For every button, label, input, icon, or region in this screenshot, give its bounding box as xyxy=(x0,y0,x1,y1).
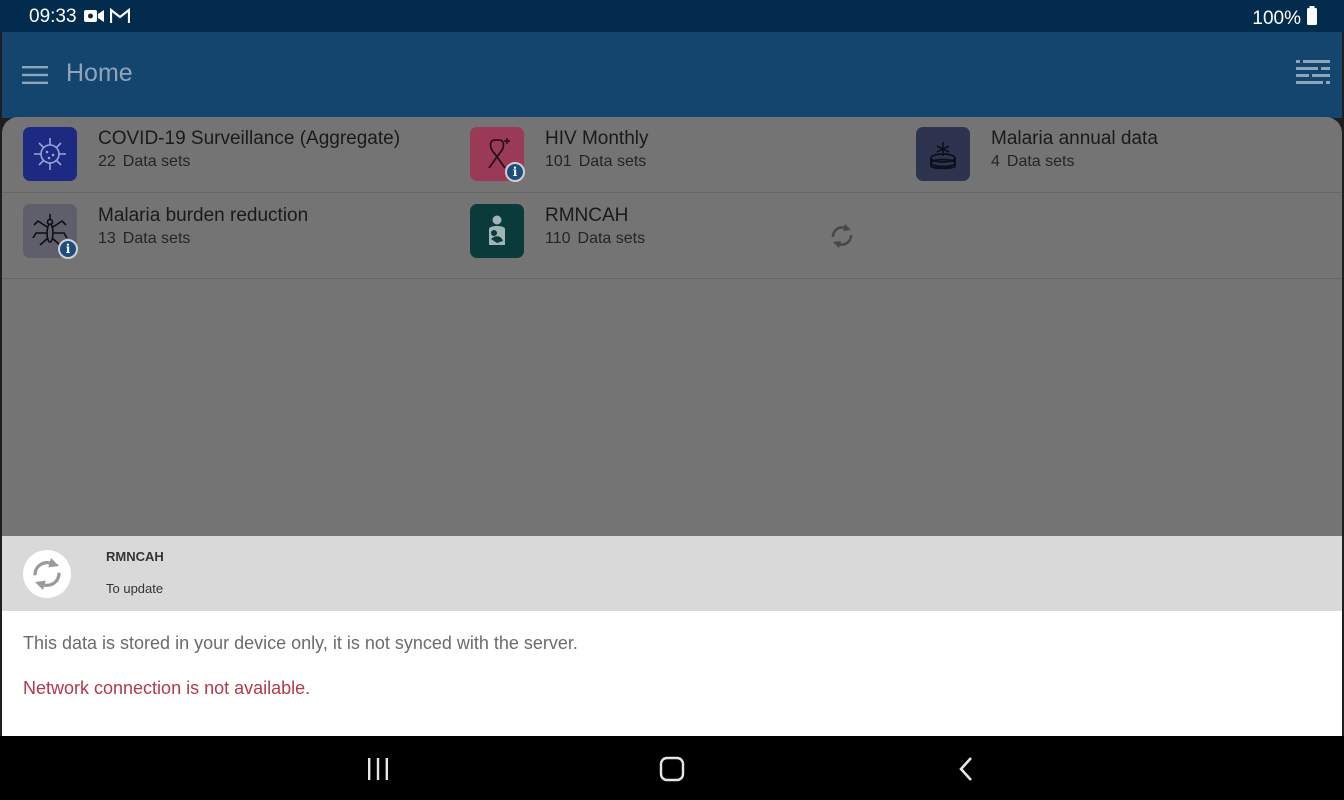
battery-percent: 100% xyxy=(1252,8,1301,29)
gmail-icon xyxy=(109,7,131,29)
system-nav-bar xyxy=(0,736,1344,800)
menu-icon[interactable] xyxy=(22,66,48,84)
app-bar: Home xyxy=(2,32,1342,118)
battery-icon xyxy=(1306,6,1318,32)
status-notification-icons xyxy=(84,7,131,29)
program-card-hiv[interactable]: i HIV Monthly 101 Data sets xyxy=(470,127,649,182)
program-count: 110 Data sets xyxy=(545,230,646,247)
program-card-rmncah[interactable]: RMNCAH 110 Data sets xyxy=(470,204,645,258)
program-list: COVID-19 Surveillance (Aggregate) 22 Data… xyxy=(2,117,1342,537)
sync-sheet-body: This data is stored in your device only,… xyxy=(2,611,1342,736)
page-title: Home xyxy=(66,59,133,87)
program-title: COVID-19 Surveillance (Aggregate) xyxy=(98,128,401,149)
sync-sheet-header: RMNCAH To update xyxy=(2,536,1342,611)
ribbon-icon: i xyxy=(470,127,525,182)
recent-apps-icon[interactable] xyxy=(363,754,393,784)
program-card-covid[interactable]: COVID-19 Surveillance (Aggregate) 22 Data… xyxy=(23,127,400,181)
program-title: Malaria annual data xyxy=(991,128,1158,149)
network-error-message: Network connection is not available. xyxy=(23,678,311,698)
program-count: 22 Data sets xyxy=(98,153,191,170)
program-count: 101 Data sets xyxy=(545,153,647,170)
home-icon[interactable] xyxy=(657,754,687,784)
sheet-subtitle: To update xyxy=(106,581,164,596)
program-row: i Malaria burden reduction 13 Data sets R… xyxy=(2,193,1342,279)
program-title: HIV Monthly xyxy=(545,128,649,149)
program-row: COVID-19 Surveillance (Aggregate) 22 Data… xyxy=(2,117,1342,193)
status-time: 09:33 xyxy=(29,6,77,27)
cake-icon xyxy=(916,127,970,181)
sync-status-icon xyxy=(23,550,71,598)
status-bar: 09:33 100% xyxy=(0,0,1344,32)
program-title: RMNCAH xyxy=(545,205,629,226)
sheet-title: RMNCAH xyxy=(106,549,164,564)
info-icon: i xyxy=(58,239,78,259)
sync-message: This data is stored in your device only,… xyxy=(23,633,578,653)
sync-icon[interactable] xyxy=(829,221,855,251)
program-count: 13 Data sets xyxy=(98,230,191,247)
program-card-malaria-burden[interactable]: i Malaria burden reduction 13 Data sets xyxy=(23,204,309,259)
status-right: 100% xyxy=(1252,6,1318,32)
info-icon: i xyxy=(505,162,525,182)
program-title: Malaria burden reduction xyxy=(98,205,309,226)
filter-icon[interactable] xyxy=(1296,58,1330,88)
mother-child-icon xyxy=(470,204,524,258)
video-camera-icon xyxy=(84,9,104,28)
virus-icon xyxy=(23,127,77,181)
program-count: 4 Data sets xyxy=(991,153,1075,170)
mosquito-icon: i xyxy=(23,204,78,259)
program-card-malaria-annual[interactable]: Malaria annual data 4 Data sets xyxy=(916,127,1158,181)
back-icon[interactable] xyxy=(951,754,981,784)
